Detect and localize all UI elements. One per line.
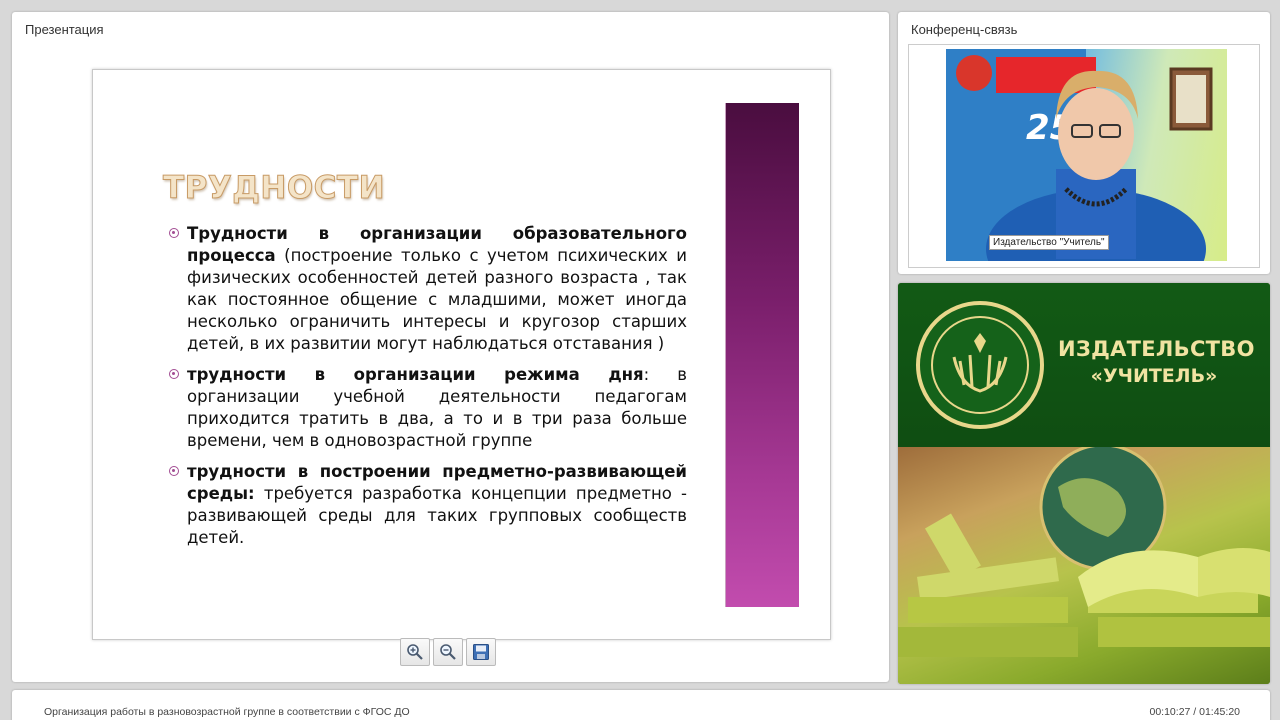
slide-accent-bar [725,103,799,607]
presentation-panel: Презентация ТРУДНОСТИ Трудности в органи… [12,12,889,682]
bullet-circle-icon [169,369,179,379]
save-button[interactable] [466,638,496,666]
footer-bar: Организация работы в разновозрастной гру… [12,690,1270,720]
slide-toolbar [400,638,496,666]
zoom-out-button[interactable] [433,638,463,666]
webcam-video[interactable]: 25 [946,49,1227,261]
zoom-in-button[interactable] [400,638,430,666]
video-frame: 25 Издательство "Учитель" [908,44,1260,268]
publisher-logo [916,301,1044,429]
webinar-title: Организация работы в разновозрастной гру… [44,706,410,718]
publisher-name-line2: «УЧИТЕЛЬ» [1090,365,1218,387]
save-icon [473,644,489,660]
conference-panel: Конференц-связь 25 Издательство "Учитель… [898,12,1270,274]
video-caption: Издательство "Учитель" [989,235,1109,250]
books-globe-image [898,443,1270,657]
publisher-banner: ИЗДАТЕЛЬСТВО «УЧИТЕЛЬ» [898,283,1270,684]
slide-body: Трудности в организации образовательного… [167,223,687,558]
presentation-panel-title: Презентация [25,22,104,37]
bullet-text: требуется разработка концепции предметно… [187,484,687,547]
playback-time: 00:10:27 / 01:45:20 [1149,706,1241,718]
zoom-out-icon [440,644,456,660]
publisher-name-line1: ИЗДАТЕЛЬСТВО [1058,337,1255,361]
slide: ТРУДНОСТИ Трудности в организации образо… [92,69,831,640]
slide-bullet: трудности в организации режима дня: в ор… [167,364,687,452]
slide-title: ТРУДНОСТИ [162,170,386,207]
book-logo-icon [931,316,1029,414]
zoom-in-icon [407,644,423,660]
banner-image [898,443,1270,684]
bullet-circle-icon [169,228,179,238]
video-scene: 25 [946,49,1213,261]
slide-bullet: трудности в построении предметно-развива… [167,461,687,549]
bullet-bold-text: трудности в организации режима дня [187,365,644,384]
bullet-circle-icon [169,466,179,476]
slide-bullet: Трудности в организации образовательного… [167,223,687,355]
conference-panel-title: Конференц-связь [911,22,1018,37]
publisher-name: ИЗДАТЕЛЬСТВО «УЧИТЕЛЬ» [1058,337,1255,387]
banner-top: ИЗДАТЕЛЬСТВО «УЧИТЕЛЬ» [898,283,1270,447]
